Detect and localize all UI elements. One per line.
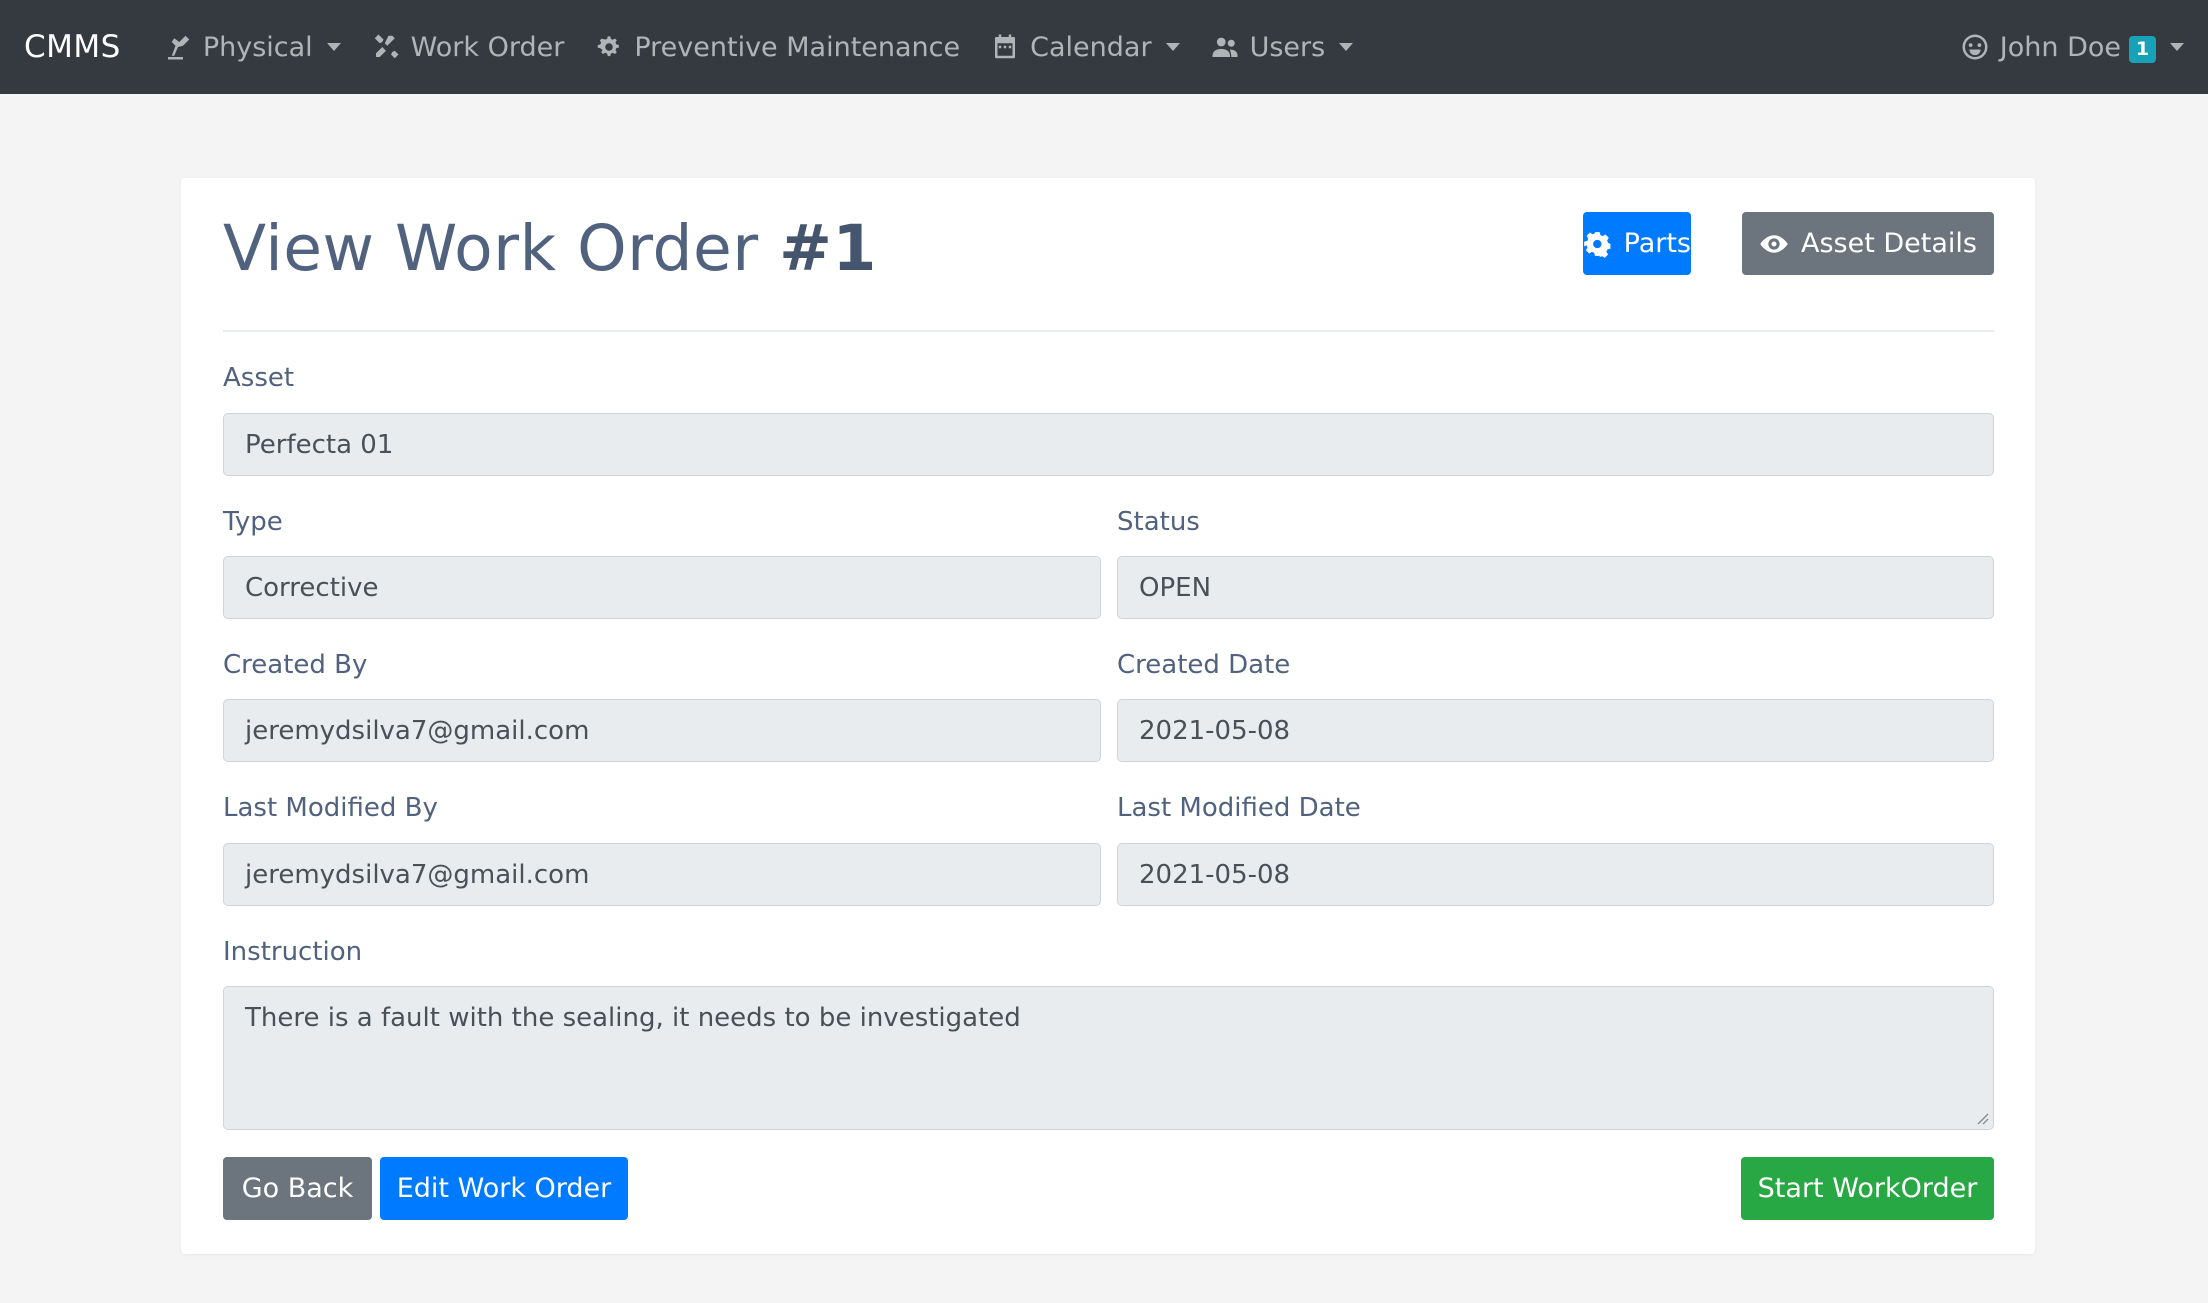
nav-item-calendar[interactable]: Calendar [990,31,1180,63]
type-field[interactable]: Corrective [223,556,1101,619]
last-modified-by-label: Last Modified By [223,793,438,823]
eye-icon [1760,234,1788,253]
status-label: Status [1117,507,1200,537]
work-order-number: #1 [779,212,877,285]
status-field[interactable]: OPEN [1117,556,1994,619]
user-dropdown[interactable]: John Doe 1 [1960,32,2184,63]
nav-item-label: Work Order [410,31,565,63]
nav-item-physical[interactable]: Physical [163,32,341,63]
last-modified-date-field[interactable]: 2021-05-08 [1117,843,1994,906]
nav-item-label: Users [1249,31,1326,63]
smiley-face-icon [1960,32,1990,62]
parts-button-label: Parts [1623,228,1691,259]
instruction-textarea[interactable]: There is a fault with the sealing, it ne… [223,986,1994,1130]
resize-handle-icon[interactable] [1975,1111,1989,1125]
calendar-icon [990,32,1020,62]
instruction-text: There is a fault with the sealing, it ne… [245,1003,1021,1033]
edit-work-order-button[interactable]: Edit Work Order [380,1157,628,1220]
gear-icon [1584,231,1611,258]
brand-logo[interactable]: CMMS [24,29,121,65]
nav-item-users[interactable]: Users [1210,32,1354,63]
last-modified-date-label: Last Modified Date [1117,793,1361,823]
robot-arm-icon [163,32,193,62]
asset-details-button-label: Asset Details [1801,228,1977,259]
tools-icon [371,32,401,62]
nav-item-preventive-maintenance[interactable]: Preventive Maintenance [594,32,960,63]
nav-item-work-order[interactable]: Work Order [371,31,565,63]
created-by-label: Created By [223,650,368,680]
users-icon [1210,32,1240,62]
created-date-label: Created Date [1117,650,1291,680]
nav-item-label: Physical [202,31,313,63]
chevron-down-icon [326,43,341,51]
parts-button[interactable]: Parts [1583,212,1691,275]
chevron-down-icon [1165,43,1180,51]
asset-label: Asset [223,363,295,393]
notification-badge: 1 [2129,35,2156,63]
cogs-icon [594,32,624,62]
created-by-field[interactable]: jeremydsilva7@gmail.com [223,699,1101,762]
asset-field[interactable]: Perfecta 01 [223,413,1994,476]
start-work-order-button[interactable]: Start WorkOrder [1741,1157,1994,1220]
user-name: John Doe [1999,31,2121,63]
user-menu: John Doe 1 [1960,32,2184,63]
page-title-text: View Work Order [223,212,780,285]
work-order-card: View Work Order #1 Parts Asset Details A… [181,178,2035,1254]
nav-item-label: Calendar [1030,31,1152,63]
nav-menu: Physical Work Order Preventive Maintenan… [163,32,1383,63]
asset-details-button[interactable]: Asset Details [1742,212,1994,275]
top-navbar: CMMS Physical Work Order Preventive Main… [0,0,2208,94]
last-modified-by-field[interactable]: jeremydsilva7@gmail.com [223,843,1101,906]
title-divider [223,330,1994,332]
go-back-button[interactable]: Go Back [223,1157,372,1220]
created-date-field[interactable]: 2021-05-08 [1117,699,1994,762]
page-title: View Work Order #1 [223,212,877,285]
instruction-label: Instruction [223,937,363,967]
chevron-down-icon [1339,43,1354,51]
chevron-down-icon [2170,43,2184,51]
nav-item-label: Preventive Maintenance [634,31,961,63]
type-label: Type [223,507,283,537]
